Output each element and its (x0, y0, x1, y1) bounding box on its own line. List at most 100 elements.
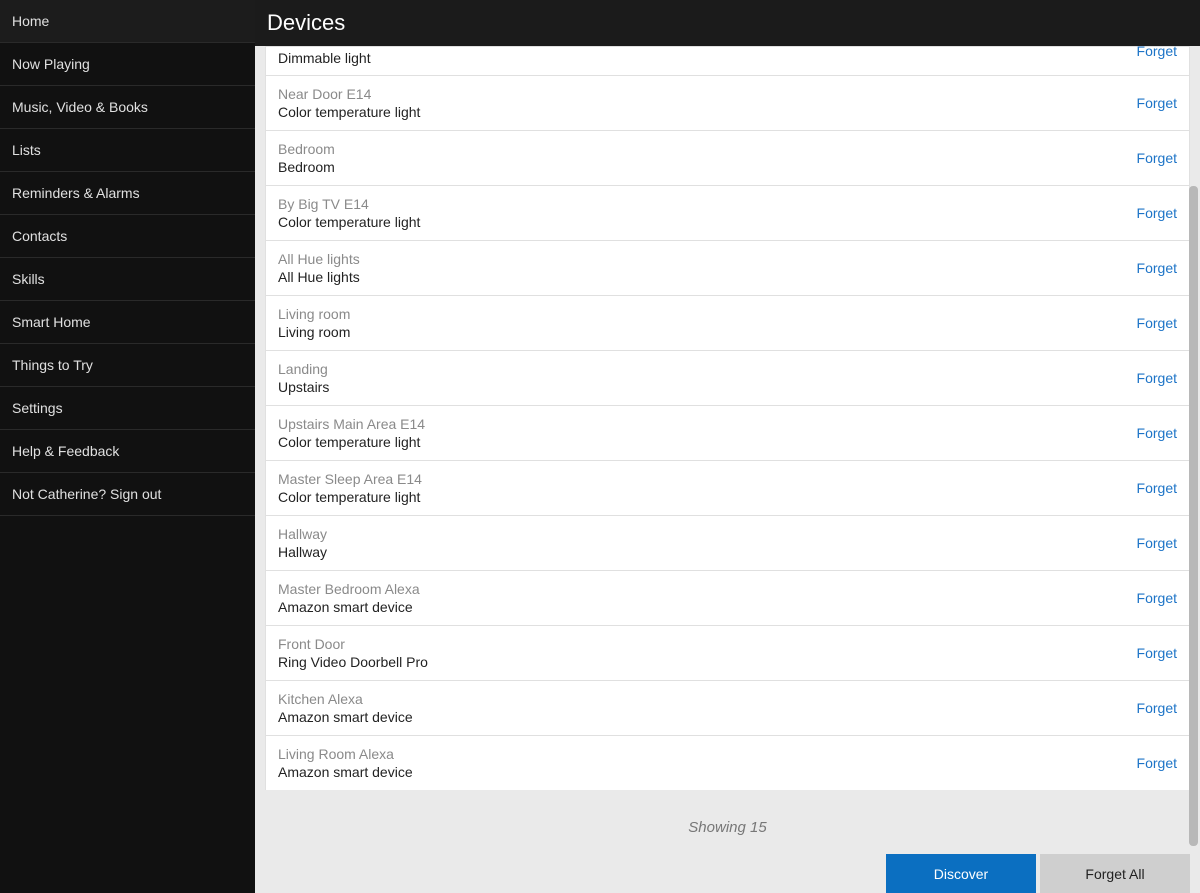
forget-link[interactable]: Forget (1137, 590, 1177, 606)
sidebar-item-home[interactable]: Home (0, 0, 255, 43)
device-info: Near Door E14 Color temperature light (278, 85, 1137, 121)
device-row[interactable]: Master Sleep Area E14 Color temperature … (265, 460, 1190, 516)
device-type: Upstairs (278, 378, 1137, 396)
device-row[interactable]: Living room Living room Forget (265, 295, 1190, 351)
device-row[interactable]: Living Room Alexa Amazon smart device Fo… (265, 735, 1190, 791)
device-name: All Hue lights (278, 250, 1137, 268)
device-type: Hallway (278, 543, 1137, 561)
device-name: Upstairs Main Area E14 (278, 415, 1137, 433)
device-row[interactable]: Master Bedroom Alexa Amazon smart device… (265, 570, 1190, 626)
device-type: Living room (278, 323, 1137, 341)
sidebar-item-contacts[interactable]: Contacts (0, 215, 255, 258)
discover-button[interactable]: Discover (886, 854, 1036, 893)
device-info: Landing Upstairs (278, 360, 1137, 396)
device-info: Dimmable light (278, 47, 1137, 67)
sidebar-item-label: Things to Try (12, 357, 93, 373)
device-name: Bedroom (278, 140, 1137, 158)
forget-link[interactable]: Forget (1137, 480, 1177, 496)
device-row[interactable]: Landing Upstairs Forget (265, 350, 1190, 406)
sidebar-item-label: Home (12, 13, 49, 29)
sidebar-item-lists[interactable]: Lists (0, 129, 255, 172)
device-type: Color temperature light (278, 433, 1137, 451)
forget-link[interactable]: Forget (1137, 46, 1177, 59)
sidebar-item-music-video-books[interactable]: Music, Video & Books (0, 86, 255, 129)
content: Dimmable light Forget Near Door E14 Colo… (255, 46, 1200, 893)
device-info: Living Room Alexa Amazon smart device (278, 745, 1137, 781)
device-info: Bedroom Bedroom (278, 140, 1137, 176)
device-row[interactable]: Front Door Ring Video Doorbell Pro Forge… (265, 625, 1190, 681)
device-row[interactable]: Kitchen Alexa Amazon smart device Forget (265, 680, 1190, 736)
sidebar-item-label: Contacts (12, 228, 67, 244)
device-type: Dimmable light (278, 49, 1137, 67)
sidebar-item-label: Settings (12, 400, 63, 416)
device-type: Bedroom (278, 158, 1137, 176)
device-info: Kitchen Alexa Amazon smart device (278, 690, 1137, 726)
device-type: Color temperature light (278, 103, 1137, 121)
button-row: Discover Forget All (265, 854, 1190, 893)
sidebar-item-label: Not Catherine? Sign out (12, 486, 161, 502)
device-row[interactable]: Upstairs Main Area E14 Color temperature… (265, 405, 1190, 461)
sidebar-item-label: Music, Video & Books (12, 99, 148, 115)
sidebar-item-skills[interactable]: Skills (0, 258, 255, 301)
forget-link[interactable]: Forget (1137, 95, 1177, 111)
device-info: Hallway Hallway (278, 525, 1137, 561)
forget-link[interactable]: Forget (1137, 645, 1177, 661)
device-name: Hallway (278, 525, 1137, 543)
forget-link[interactable]: Forget (1137, 755, 1177, 771)
scrollbar-thumb[interactable] (1189, 186, 1198, 846)
sidebar-item-smart-home[interactable]: Smart Home (0, 301, 255, 344)
sidebar-item-label: Skills (12, 271, 45, 287)
device-name: Front Door (278, 635, 1137, 653)
sidebar-item-help-feedback[interactable]: Help & Feedback (0, 430, 255, 473)
sidebar-item-signout[interactable]: Not Catherine? Sign out (0, 473, 255, 516)
device-row[interactable]: Near Door E14 Color temperature light Fo… (265, 75, 1190, 131)
device-row[interactable]: Hallway Hallway Forget (265, 515, 1190, 571)
device-row[interactable]: By Big TV E14 Color temperature light Fo… (265, 185, 1190, 241)
device-name: Living Room Alexa (278, 745, 1137, 763)
forget-link[interactable]: Forget (1137, 205, 1177, 221)
device-type: Amazon smart device (278, 598, 1137, 616)
device-row[interactable]: Dimmable light Forget (265, 46, 1190, 76)
scrollbar[interactable] (1187, 186, 1200, 846)
device-info: By Big TV E14 Color temperature light (278, 195, 1137, 231)
sidebar-item-reminders-alarms[interactable]: Reminders & Alarms (0, 172, 255, 215)
footer: Showing 15 Discover Forget All (255, 790, 1200, 893)
device-name: Master Sleep Area E14 (278, 470, 1137, 488)
sidebar-item-now-playing[interactable]: Now Playing (0, 43, 255, 86)
sidebar: Home Now Playing Music, Video & Books Li… (0, 0, 255, 893)
device-name: Landing (278, 360, 1137, 378)
device-type: All Hue lights (278, 268, 1137, 286)
sidebar-item-things-to-try[interactable]: Things to Try (0, 344, 255, 387)
device-name: Kitchen Alexa (278, 690, 1137, 708)
forget-all-button[interactable]: Forget All (1040, 854, 1190, 893)
device-info: Living room Living room (278, 305, 1137, 341)
forget-link[interactable]: Forget (1137, 700, 1177, 716)
device-info: Master Bedroom Alexa Amazon smart device (278, 580, 1137, 616)
device-info: Front Door Ring Video Doorbell Pro (278, 635, 1137, 671)
forget-link[interactable]: Forget (1137, 315, 1177, 331)
forget-link[interactable]: Forget (1137, 425, 1177, 441)
device-type: Amazon smart device (278, 708, 1137, 726)
device-row[interactable]: Bedroom Bedroom Forget (265, 130, 1190, 186)
device-info: Master Sleep Area E14 Color temperature … (278, 470, 1137, 506)
sidebar-item-settings[interactable]: Settings (0, 387, 255, 430)
device-info: All Hue lights All Hue lights (278, 250, 1137, 286)
forget-link[interactable]: Forget (1137, 260, 1177, 276)
sidebar-item-label: Lists (12, 142, 41, 158)
forget-link[interactable]: Forget (1137, 370, 1177, 386)
device-type: Color temperature light (278, 213, 1137, 231)
device-row[interactable]: All Hue lights All Hue lights Forget (265, 240, 1190, 296)
device-type: Ring Video Doorbell Pro (278, 653, 1137, 671)
device-type: Amazon smart device (278, 763, 1137, 781)
main: Devices Dimmable light Forget Near Door … (255, 0, 1200, 893)
device-name: Master Bedroom Alexa (278, 580, 1137, 598)
forget-link[interactable]: Forget (1137, 535, 1177, 551)
forget-link[interactable]: Forget (1137, 150, 1177, 166)
sidebar-item-label: Smart Home (12, 314, 91, 330)
device-info: Upstairs Main Area E14 Color temperature… (278, 415, 1137, 451)
sidebar-item-label: Help & Feedback (12, 443, 119, 459)
showing-count: Showing 15 (265, 819, 1190, 836)
device-name: Living room (278, 305, 1137, 323)
device-name: By Big TV E14 (278, 195, 1137, 213)
device-list: Dimmable light Forget Near Door E14 Colo… (255, 46, 1200, 791)
